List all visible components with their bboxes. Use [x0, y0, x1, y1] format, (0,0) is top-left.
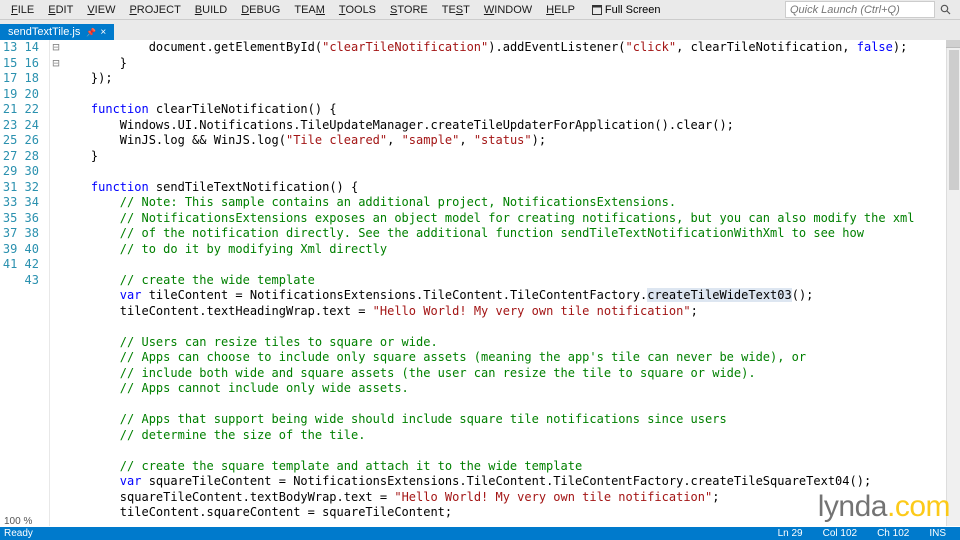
status-col: Col 102: [813, 528, 867, 539]
tab-active[interactable]: sendTextTile.js 📌 ×: [0, 24, 114, 40]
status-line: Ln 29: [768, 528, 813, 539]
code-area[interactable]: document.getElementById("clearTileNotifi…: [62, 40, 960, 526]
menu-bar: FILE EDIT VIEW PROJECT BUILD DEBUG TEAM …: [0, 0, 960, 20]
vertical-scrollbar[interactable]: [946, 40, 960, 526]
menu-view[interactable]: VIEW: [80, 2, 122, 18]
quick-launch-input[interactable]: [785, 1, 935, 18]
status-ready: Ready: [4, 528, 768, 539]
close-icon[interactable]: ×: [100, 27, 106, 38]
menu-debug[interactable]: DEBUG: [234, 2, 287, 18]
menu-edit[interactable]: EDIT: [41, 2, 80, 18]
splitter-handle[interactable]: [946, 40, 960, 48]
status-ch: Ch 102: [867, 528, 919, 539]
code-editor[interactable]: 13 14 15 16 17 18 19 20 21 22 23 24 25 2…: [0, 40, 960, 526]
pin-icon[interactable]: 📌: [86, 28, 96, 37]
scrollbar-thumb[interactable]: [949, 50, 959, 190]
tab-filename: sendTextTile.js: [8, 26, 80, 38]
tab-bar: sendTextTile.js 📌 ×: [0, 20, 960, 40]
line-number-gutter: 13 14 15 16 17 18 19 20 21 22 23 24 25 2…: [0, 40, 50, 526]
fullscreen-icon: [592, 5, 602, 15]
status-bar: Ready Ln 29 Col 102 Ch 102 INS: [0, 527, 960, 540]
menu-team[interactable]: TEAM: [287, 2, 332, 18]
fullscreen-label: Full Screen: [605, 4, 661, 16]
search-icon: [940, 4, 951, 15]
zoom-level[interactable]: 100 %: [2, 516, 34, 527]
search-button[interactable]: [935, 4, 956, 15]
menu-store[interactable]: STORE: [383, 2, 435, 18]
menu-file[interactable]: FILE: [4, 2, 41, 18]
fullscreen-button[interactable]: Full Screen: [586, 2, 667, 18]
status-ins: INS: [919, 528, 956, 539]
menu-project[interactable]: PROJECT: [122, 2, 187, 18]
menu-test[interactable]: TEST: [435, 2, 477, 18]
outline-margin[interactable]: ⊟ ⊟: [50, 40, 62, 526]
menu-help[interactable]: HELP: [539, 2, 582, 18]
menu-tools[interactable]: TOOLS: [332, 2, 383, 18]
menu-build[interactable]: BUILD: [188, 2, 234, 18]
menu-window[interactable]: WINDOW: [477, 2, 539, 18]
